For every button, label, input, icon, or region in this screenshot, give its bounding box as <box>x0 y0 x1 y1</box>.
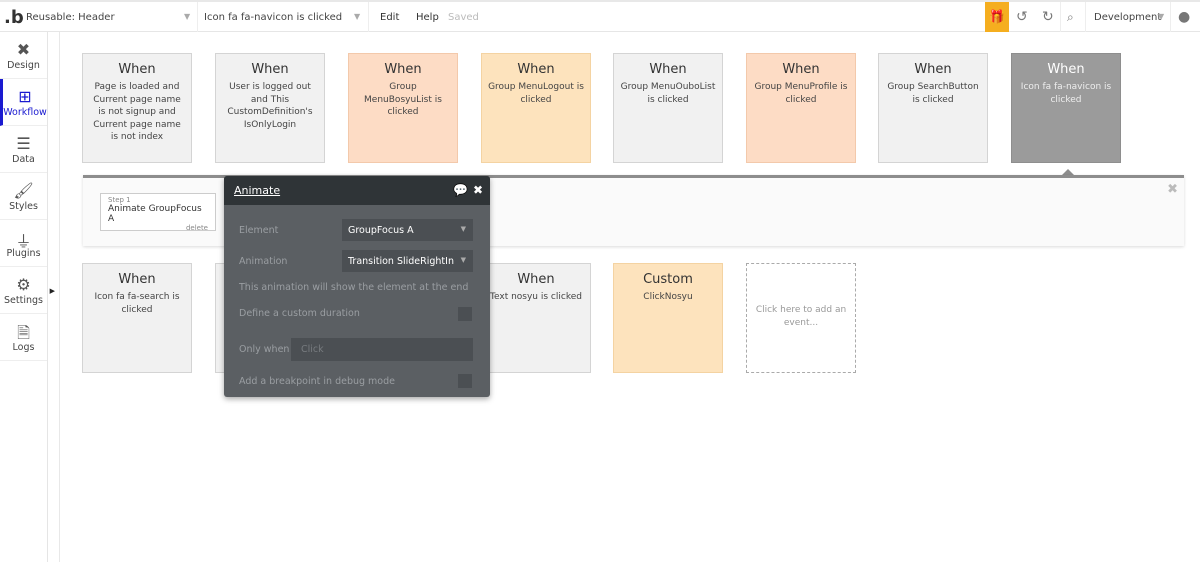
event-card-selected[interactable]: When Icon fa fa-navicon is clicked <box>1011 53 1121 163</box>
design-icon: ✖ <box>16 39 31 59</box>
bubble-logo[interactable]: .b <box>4 2 24 32</box>
event-text: Page is loaded and Current page name is … <box>93 82 181 142</box>
event-type: When <box>649 62 687 77</box>
breakpoint-label: Add a breakpoint in debug mode <box>239 376 395 387</box>
only-when-input[interactable]: Click <box>291 338 473 361</box>
step-action: Animate GroupFocus A <box>108 204 202 224</box>
event-card[interactable]: When Group MenuProfile is clicked <box>746 53 856 163</box>
event-type: When <box>118 62 156 77</box>
popup-title[interactable]: Animate <box>234 184 280 197</box>
event-text: Group MenuOuboList is clicked <box>620 82 716 105</box>
sidebar-item-label: Settings <box>4 294 43 306</box>
event-text: User is logged out and This CustomDefini… <box>227 82 313 130</box>
sidebar-item-label: Plugins <box>6 247 41 259</box>
animation-dropdown[interactable]: Transition SlideRightIn ▼ <box>342 250 473 272</box>
event-selector[interactable]: Icon fa fa-navicon is clicked <box>204 2 342 32</box>
sidebar-item-styles[interactable]: 🖌 Styles <box>0 173 47 220</box>
custom-event-card[interactable]: Custom ClickNosyu <box>613 263 723 373</box>
save-status: Saved <box>448 11 479 23</box>
element-dropdown[interactable]: GroupFocus A ▼ <box>342 219 473 241</box>
event-card[interactable]: When Group SearchButton is clicked <box>878 53 988 163</box>
comment-icon[interactable]: 💬 <box>453 183 468 197</box>
event-card[interactable]: When Group MenuLogout is clicked <box>481 53 591 163</box>
sidebar-item-design[interactable]: ✖ Design <box>0 32 47 79</box>
top-bar: .b Reusable: Header ▼ Icon fa fa-navicon… <box>0 0 1200 32</box>
event-card[interactable]: When Text nosyu is clicked <box>481 263 591 373</box>
edit-menu[interactable]: Edit <box>380 2 399 32</box>
event-text: Text nosyu is clicked <box>490 292 582 302</box>
chevron-down-icon[interactable]: ▼ <box>1158 12 1164 21</box>
custom-duration-label: Define a custom duration <box>239 308 360 319</box>
element-label: Element <box>239 225 279 236</box>
help-menu[interactable]: Help <box>416 2 439 32</box>
animation-note: This animation will show the element at … <box>239 282 469 293</box>
animate-action-popup: Animate 💬 ✖ Element GroupFocus A ▼ Animat… <box>224 176 490 397</box>
event-type: When <box>914 62 952 77</box>
event-text: Group SearchButton is clicked <box>887 82 979 105</box>
event-card[interactable]: When Group MenuOuboList is clicked <box>613 53 723 163</box>
event-type: When <box>1047 62 1085 77</box>
sidebar-item-logs[interactable]: 🗎 Logs <box>0 314 47 361</box>
plug-icon: ⏚ <box>15 231 32 251</box>
sidebar-item-workflow[interactable]: ⊞ Workflow <box>0 79 47 126</box>
undo-icon[interactable]: ↺ <box>1016 2 1028 32</box>
delete-step-link[interactable]: delete <box>108 224 208 232</box>
event-type: When <box>384 62 422 77</box>
gift-icon[interactable]: 🎁 <box>985 2 1009 32</box>
sidebar-item-label: Design <box>7 59 40 71</box>
event-card[interactable]: When Page is loaded and Current page name… <box>82 53 192 163</box>
close-icon[interactable]: ✖ <box>473 183 483 197</box>
chevron-down-icon[interactable]: ▼ <box>354 12 360 21</box>
breakpoint-checkbox[interactable] <box>458 374 472 388</box>
sidebar-item-label: Logs <box>12 341 35 353</box>
event-card[interactable]: When Group MenuBosyuList is clicked <box>348 53 458 163</box>
chevron-down-icon: ▼ <box>460 225 466 233</box>
chevron-down-icon[interactable]: ▼ <box>184 12 190 21</box>
sidebar-item-label: Workflow <box>3 106 47 118</box>
redo-icon[interactable]: ↻ <box>1042 2 1054 32</box>
event-type: Custom <box>643 272 693 287</box>
workflow-step[interactable]: Step 1 Animate GroupFocus A delete <box>100 193 216 232</box>
step-number: Step 1 <box>108 196 131 204</box>
sidebar-item-label: Data <box>12 153 35 165</box>
element-value: GroupFocus A <box>348 225 414 236</box>
sidebar-item-label: Styles <box>9 200 38 212</box>
event-card[interactable]: When Icon fa fa-search is clicked <box>82 263 192 373</box>
event-type: When <box>517 272 555 287</box>
sidebar-item-plugins[interactable]: ⏚ Plugins <box>0 220 47 267</box>
event-text: Group MenuLogout is clicked <box>488 82 584 105</box>
sidebar-item-settings[interactable]: ⚙ Settings ▶ <box>0 267 55 314</box>
add-event-button[interactable]: Click here to add an event... <box>746 263 856 373</box>
close-icon[interactable]: ✖ <box>1167 182 1178 197</box>
event-text: ClickNosyu <box>643 292 693 302</box>
file-icon: 🗎 <box>17 322 30 342</box>
environment-selector[interactable]: Development <box>1094 2 1161 32</box>
animation-label: Animation <box>239 256 288 267</box>
animation-value: Transition SlideRightIn <box>348 256 454 267</box>
event-card[interactable]: When User is logged out and This CustomDe… <box>215 53 325 163</box>
sidebar-item-data[interactable]: ☰ Data <box>0 126 47 173</box>
event-text: Group MenuProfile is clicked <box>754 82 848 105</box>
page-selector[interactable]: Reusable: Header <box>26 2 115 32</box>
search-icon[interactable]: ⌕ <box>1067 2 1074 32</box>
chevron-down-icon: ▼ <box>460 256 466 264</box>
workflow-icon: ⊞ <box>18 86 32 106</box>
expand-arrow-icon[interactable]: ▶ <box>50 287 55 295</box>
event-text: Icon fa fa-navicon is clicked <box>1020 82 1112 105</box>
custom-duration-checkbox[interactable] <box>458 307 472 321</box>
user-avatar-icon[interactable]: ● <box>1178 2 1190 32</box>
sidebar: ✖ Design ⊞ Workflow ☰ Data 🖌 Styles ⏚ Plugins… <box>0 32 55 562</box>
database-icon: ☰ <box>16 133 31 153</box>
event-type: When <box>118 272 156 287</box>
event-type: When <box>251 62 289 77</box>
event-type: When <box>517 62 555 77</box>
event-type: When <box>782 62 820 77</box>
only-when-label: Only when <box>239 344 290 355</box>
brush-icon: 🖌 <box>13 180 34 200</box>
gear-icon: ⚙ <box>16 274 31 294</box>
event-text: Group MenuBosyuList is clicked <box>364 82 442 117</box>
event-text: Icon fa fa-search is clicked <box>94 292 180 315</box>
